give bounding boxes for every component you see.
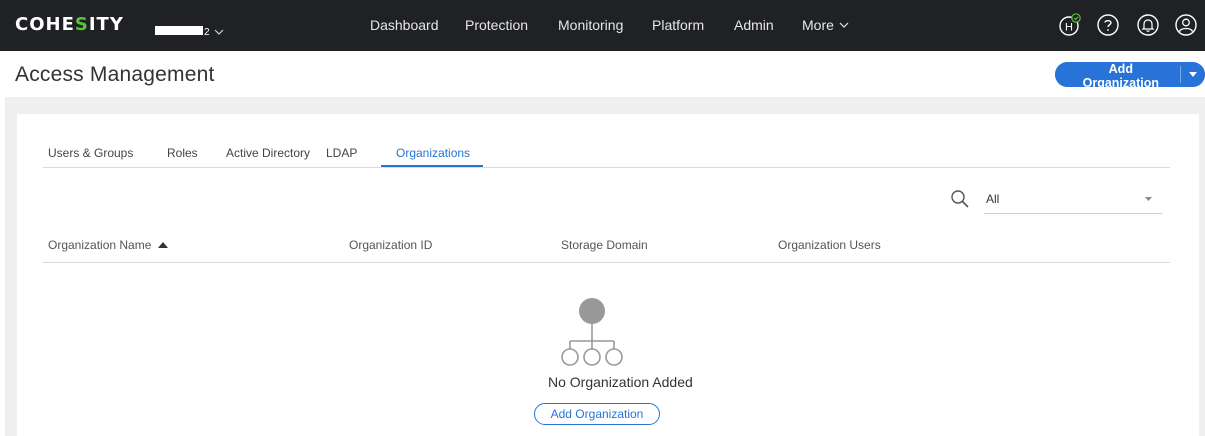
caret-down-icon — [1188, 72, 1197, 77]
active-tab-indicator — [381, 165, 483, 167]
column-header-label: Organization Name — [48, 238, 152, 252]
add-options-dropdown-button[interactable] — [1180, 62, 1205, 87]
add-organization-split-button: Add Organization — [1055, 62, 1205, 87]
nav-protection[interactable]: Protection — [465, 17, 528, 33]
nav-platform[interactable]: Platform — [652, 17, 704, 33]
nav-monitoring[interactable]: Monitoring — [558, 17, 623, 33]
add-organization-button[interactable]: Add Organization — [1055, 62, 1180, 87]
caret-down-icon — [1145, 197, 1152, 201]
sort-ascending-icon — [158, 242, 169, 248]
column-header-organization-users[interactable]: Organization Users — [778, 238, 881, 252]
tab-ldap[interactable]: LDAP — [326, 146, 357, 160]
health-badge-label: H — [1065, 22, 1073, 34]
filter-value: All — [986, 192, 1000, 206]
tab-active-directory[interactable]: Active Directory — [226, 146, 310, 160]
cluster-name-suffix: 2 — [204, 27, 210, 38]
notifications-icon[interactable] — [1136, 13, 1160, 37]
nav-more-label: More — [802, 17, 834, 33]
logo-text-2: ITY — [88, 14, 124, 35]
logo-text-accent: S — [74, 14, 89, 35]
nav-dashboard[interactable]: Dashboard — [370, 17, 439, 33]
filter-select[interactable]: All — [984, 188, 1162, 214]
search-icon[interactable] — [950, 189, 970, 209]
page-title: Access Management — [15, 63, 215, 86]
column-header-storage-domain[interactable]: Storage Domain — [561, 238, 648, 252]
table-header: Organization Name Organization ID Storag… — [43, 232, 1170, 263]
chevron-down-icon — [839, 22, 849, 28]
health-icon[interactable]: H — [1058, 13, 1082, 37]
column-header-organization-id[interactable]: Organization ID — [349, 238, 432, 252]
cohesity-logo[interactable]: COHESITY — [15, 14, 124, 35]
user-profile-icon[interactable] — [1174, 13, 1198, 37]
cluster-name-redacted — [155, 26, 203, 35]
logo-text-1: COHE — [15, 14, 75, 35]
tab-users-groups[interactable]: Users & Groups — [48, 146, 133, 160]
cluster-selector[interactable]: 2 — [155, 18, 224, 38]
nav-more[interactable]: More — [802, 17, 849, 33]
chevron-down-icon — [214, 29, 223, 35]
top-navigation-bar: COHESITY 2 Dashboard Protection Monitori… — [0, 0, 1205, 51]
organization-hierarchy-icon — [561, 298, 623, 366]
tab-roles[interactable]: Roles — [167, 146, 198, 160]
tab-bar: Users & Groups Roles Active Directory LD… — [43, 137, 1170, 168]
nav-admin[interactable]: Admin — [734, 17, 774, 33]
help-icon[interactable] — [1096, 13, 1120, 37]
empty-state-message: No Organization Added — [548, 374, 693, 390]
column-header-organization-name[interactable]: Organization Name — [48, 238, 169, 252]
tab-organizations[interactable]: Organizations — [396, 146, 470, 160]
add-organization-empty-button[interactable]: Add Organization — [534, 403, 660, 425]
